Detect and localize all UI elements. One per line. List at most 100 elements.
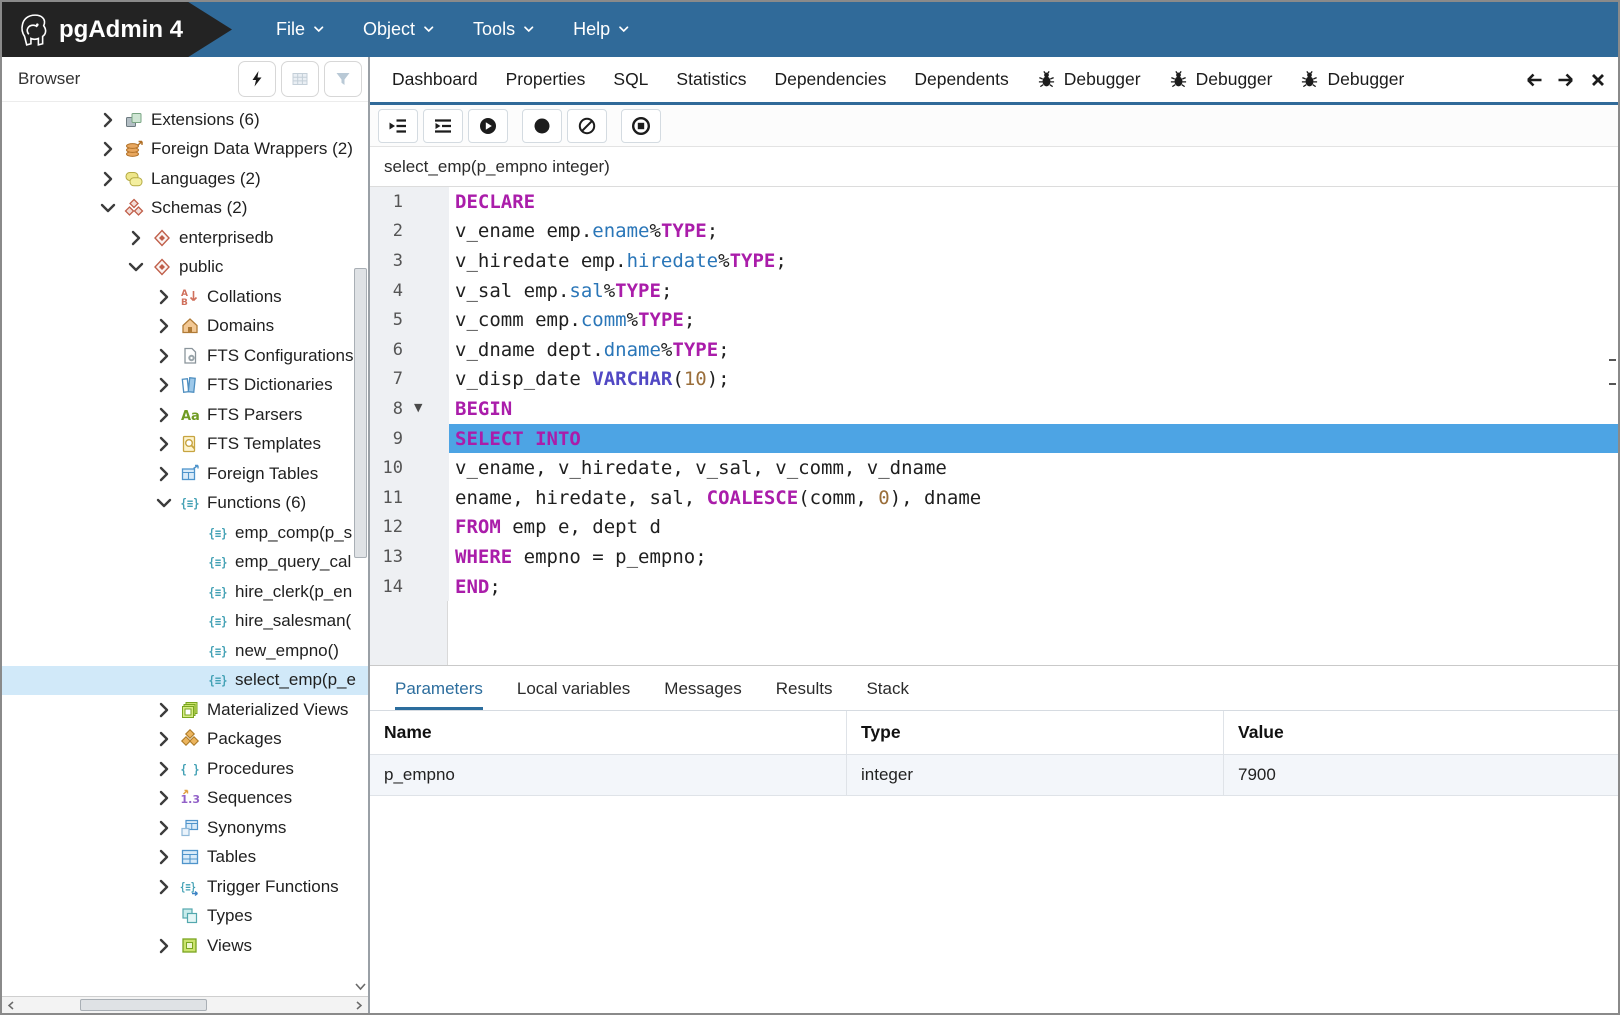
clear-breakpoints-button[interactable] <box>567 109 607 143</box>
tree-item-collations[interactable]: ABCollations <box>2 282 368 312</box>
tree-item-emp-comp-p-s[interactable]: {≡}emp_comp(p_s <box>2 518 368 548</box>
menu-help[interactable]: Help <box>573 19 632 40</box>
tab-properties[interactable]: Properties <box>492 69 600 90</box>
chevron-right-icon[interactable] <box>98 169 118 189</box>
tree-item-tables[interactable]: Tables <box>2 843 368 873</box>
menu-object[interactable]: Object <box>363 19 437 40</box>
grid-button[interactable] <box>281 61 319 97</box>
chevron-right-icon[interactable] <box>154 405 174 425</box>
code-line-14[interactable]: 14END; <box>370 572 1618 602</box>
tree-item-new-empno[interactable]: {≡}new_empno() <box>2 636 368 666</box>
tab-dependencies[interactable]: Dependencies <box>760 69 900 90</box>
chevron-right-icon[interactable] <box>98 139 118 159</box>
tree-item-fts-configurations[interactable]: FTS Configurations <box>2 341 368 371</box>
chevron-right-icon[interactable] <box>154 788 174 808</box>
lightning-button[interactable] <box>238 61 276 97</box>
chevron-right-icon[interactable] <box>154 847 174 867</box>
tree-item-types[interactable]: Types <box>2 902 368 932</box>
bottom-tab-stack[interactable]: Stack <box>866 679 909 710</box>
tree-horizontal-scrollbar-thumb[interactable] <box>80 999 207 1011</box>
chevron-right-icon[interactable] <box>154 287 174 307</box>
tree-horizontal-scrollbar[interactable] <box>2 996 368 1013</box>
chevron-right-icon[interactable] <box>154 877 174 897</box>
tree-item-extensions-6[interactable]: Extensions (6) <box>2 105 368 135</box>
tree-item-foreign-data-wrappers-2[interactable]: Foreign Data Wrappers (2) <box>2 135 368 165</box>
code-editor[interactable]: 1DECLARE2v_ename emp.ename%TYPE;3v_hired… <box>370 187 1618 665</box>
code-line-4[interactable]: 4v_sal emp.sal%TYPE; <box>370 276 1618 306</box>
tree-item-functions-6[interactable]: {≡}Functions (6) <box>2 489 368 519</box>
code-line-9[interactable]: 9SELECT INTO <box>370 424 1618 454</box>
bottom-tab-results[interactable]: Results <box>776 679 833 710</box>
code-line-5[interactable]: 5v_comm emp.comm%TYPE; <box>370 305 1618 335</box>
scroll-right-arrow-icon[interactable] <box>352 999 366 1012</box>
step-into-button[interactable] <box>378 109 418 143</box>
tree-item-views[interactable]: Views <box>2 931 368 961</box>
tree-item-packages[interactable]: Packages <box>2 725 368 755</box>
bottom-tab-parameters[interactable]: Parameters <box>395 679 483 710</box>
continue-button[interactable] <box>468 109 508 143</box>
close-icon[interactable] <box>1588 70 1608 90</box>
tree-item-public[interactable]: public <box>2 253 368 283</box>
tab-debugger-1[interactable]: Debugger <box>1023 69 1155 90</box>
chevron-right-icon[interactable] <box>154 434 174 454</box>
tab-debugger-3[interactable]: Debugger <box>1286 69 1404 90</box>
tree-item-domains[interactable]: Domains <box>2 312 368 342</box>
chevron-down-icon[interactable] <box>98 198 118 218</box>
bottom-tab-local-variables[interactable]: Local variables <box>517 679 630 710</box>
tree-item-emp-query-cal[interactable]: {≡}emp_query_cal <box>2 548 368 578</box>
tree-scroll-down-button[interactable] <box>354 979 367 994</box>
tab-debugger-2[interactable]: Debugger <box>1155 69 1287 90</box>
code-line-1[interactable]: 1DECLARE <box>370 187 1618 217</box>
arrow-left-icon[interactable] <box>1524 70 1544 90</box>
chevron-right-icon[interactable] <box>98 110 118 130</box>
tab-statistics[interactable]: Statistics <box>662 69 760 90</box>
tab-sql[interactable]: SQL <box>599 69 662 90</box>
chevron-right-icon[interactable] <box>154 818 174 838</box>
tree-item-trigger-functions[interactable]: {≡}Trigger Functions <box>2 872 368 902</box>
tab-dependents[interactable]: Dependents <box>900 69 1022 90</box>
tree-item-enterprisedb[interactable]: enterprisedb <box>2 223 368 253</box>
menu-file[interactable]: File <box>276 19 327 40</box>
stop-button[interactable] <box>621 109 661 143</box>
toggle-breakpoint-button[interactable] <box>522 109 562 143</box>
tree-item-schemas-2[interactable]: Schemas (2) <box>2 194 368 224</box>
code-line-3[interactable]: 3v_hiredate emp.hiredate%TYPE; <box>370 246 1618 276</box>
chevron-right-icon[interactable] <box>154 729 174 749</box>
tab-dashboard[interactable]: Dashboard <box>378 69 492 90</box>
chevron-down-icon[interactable] <box>126 257 146 277</box>
chevron-right-icon[interactable] <box>154 936 174 956</box>
code-line-6[interactable]: 6v_dname dept.dname%TYPE; <box>370 335 1618 365</box>
menu-tools[interactable]: Tools <box>473 19 537 40</box>
code-line-11[interactable]: 11ename, hiredate, sal, COALESCE(comm, 0… <box>370 483 1618 513</box>
chevron-right-icon[interactable] <box>126 228 146 248</box>
tree-item-select-emp-p-e[interactable]: {≡}select_emp(p_e <box>2 666 368 696</box>
code-line-13[interactable]: 13WHERE empno = p_empno; <box>370 542 1618 572</box>
filter-button[interactable] <box>324 61 362 97</box>
tree-vertical-scrollbar-thumb[interactable] <box>354 268 367 558</box>
tree-item-hire-clerk-p-en[interactable]: {≡}hire_clerk(p_en <box>2 577 368 607</box>
code-line-10[interactable]: 10v_ename, v_hiredate, v_sal, v_comm, v_… <box>370 453 1618 483</box>
tree-item-fts-dictionaries[interactable]: FTS Dictionaries <box>2 371 368 401</box>
tree-item-fts-parsers[interactable]: AaFTS Parsers <box>2 400 368 430</box>
tree-item-synonyms[interactable]: Synonyms <box>2 813 368 843</box>
chevron-down-icon[interactable] <box>154 493 174 513</box>
tree-item-materialized-views[interactable]: Materialized Views <box>2 695 368 725</box>
code-line-2[interactable]: 2v_ename emp.ename%TYPE; <box>370 217 1618 247</box>
tree-item-hire-salesman[interactable]: {≡}hire_salesman( <box>2 607 368 637</box>
bottom-tab-messages[interactable]: Messages <box>664 679 741 710</box>
step-over-button[interactable] <box>423 109 463 143</box>
chevron-right-icon[interactable] <box>154 316 174 336</box>
tree-item-languages-2[interactable]: Languages (2) <box>2 164 368 194</box>
chevron-right-icon[interactable] <box>154 346 174 366</box>
chevron-right-icon[interactable] <box>154 700 174 720</box>
code-line-12[interactable]: 12FROM emp e, dept d <box>370 513 1618 543</box>
scroll-left-arrow-icon[interactable] <box>4 999 18 1012</box>
splitter-handle[interactable] <box>1609 359 1616 385</box>
fold-marker-icon[interactable]: ▼ <box>414 401 422 414</box>
tree-item-fts-templates[interactable]: FTS Templates <box>2 430 368 460</box>
code-line-8[interactable]: 8▼BEGIN <box>370 394 1618 424</box>
tree-item-foreign-tables[interactable]: Foreign Tables <box>2 459 368 489</box>
tree-item-procedures[interactable]: { }Procedures <box>2 754 368 784</box>
arrow-right-icon[interactable] <box>1556 70 1576 90</box>
table-row[interactable]: p_empnointeger7900 <box>370 755 1618 796</box>
